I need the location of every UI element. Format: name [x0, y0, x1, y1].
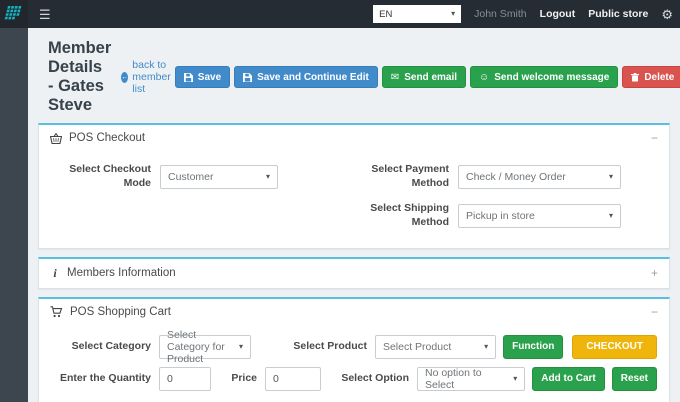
logout-link[interactable]: Logout	[540, 8, 576, 20]
save-button[interactable]: Save	[175, 66, 230, 88]
chevron-down-icon: ▾	[609, 173, 613, 181]
chevron-down-icon: ▾	[239, 343, 243, 351]
send-email-button[interactable]: ✉ Send email	[382, 66, 466, 88]
select-product-label: Select Product	[285, 340, 367, 354]
trash-icon	[631, 73, 639, 82]
add-to-cart-button-label: Add to Cart	[541, 373, 595, 384]
select-option-label: Select Option	[329, 372, 409, 386]
top-navbar: ☰ EN ▾ John Smith Logout Public store ⚙	[0, 0, 680, 28]
chevron-down-icon: ▾	[484, 343, 488, 351]
info-icon: i	[50, 266, 60, 281]
smiley-icon: ☺	[479, 72, 489, 83]
checkout-mode-value: Customer	[168, 171, 214, 183]
chevron-down-icon: ▾	[513, 375, 517, 383]
pos-cart-header: POS Shopping Cart −	[39, 299, 669, 325]
members-information-title: Members Information	[67, 267, 176, 279]
back-to-member-list-link[interactable]: ← back to member list	[121, 59, 175, 95]
send-welcome-message-button[interactable]: ☺ Send welcome message	[470, 66, 618, 88]
save-continue-button-label: Save and Continue Edit	[257, 72, 369, 83]
checkout-button[interactable]: CHECKOUT	[572, 335, 657, 359]
collapse-minus-icon[interactable]: −	[651, 132, 658, 144]
function-button-label: Function	[512, 341, 554, 352]
select-product-select[interactable]: Select Product ▾	[375, 335, 496, 359]
members-information-panel: i Members Information +	[38, 257, 670, 289]
logged-in-user: John Smith	[474, 8, 527, 20]
select-category-label: Select Category	[51, 340, 151, 354]
chevron-down-icon: ▾	[266, 173, 270, 181]
select-product-value: Select Product	[383, 341, 451, 353]
reset-button-label: Reset	[621, 373, 648, 384]
cart-lower-section: Remove Image Product(s) Price Qty. Total	[51, 399, 657, 402]
back-arrow-circle-icon: ←	[121, 72, 128, 83]
send-email-button-label: Send email	[404, 72, 457, 83]
quantity-input[interactable]	[159, 367, 211, 391]
collapsed-sidebar[interactable]	[0, 28, 28, 402]
checkout-button-label: CHECKOUT	[586, 341, 643, 352]
pos-checkout-title: POS Checkout	[69, 132, 145, 144]
price-label: Price	[219, 372, 257, 386]
checkout-mode-field: Select Checkout Mode Customer ▾	[51, 163, 339, 190]
select-option-value: No option to Select	[425, 367, 513, 391]
pos-checkout-panel: POS Checkout − Select Checkout Mode Cust…	[38, 123, 670, 249]
shopping-basket-icon	[50, 133, 62, 144]
language-select-value: EN	[379, 9, 392, 20]
cart-form-row-1: Select Category Select Category for Prod…	[51, 335, 657, 359]
payment-method-select[interactable]: Check / Money Order ▾	[458, 165, 621, 189]
members-information-header: i Members Information +	[39, 259, 669, 288]
payment-method-field: Select Payment Method Check / Money Orde…	[369, 163, 657, 190]
payment-shipping-column: Select Payment Method Check / Money Orde…	[369, 163, 657, 232]
checkout-mode-select[interactable]: Customer ▾	[160, 165, 278, 189]
app-logo[interactable]	[0, 0, 28, 28]
save-button-label: Save	[198, 72, 221, 83]
cart-form-row-2: Enter the Quantity Price Select Option N…	[51, 367, 657, 391]
select-option-select[interactable]: No option to Select ▾	[417, 367, 525, 391]
delete-button-label: Delete	[644, 72, 674, 83]
language-select[interactable]: EN ▾	[373, 5, 461, 23]
page-title: Member Details - Gates Steve	[48, 39, 111, 115]
collapse-minus-icon[interactable]: −	[651, 306, 658, 318]
shipping-method-field: Select Shipping Method Pickup in store ▾	[369, 202, 657, 229]
add-to-cart-button[interactable]: Add to Cart	[532, 367, 604, 391]
save-and-continue-button[interactable]: Save and Continue Edit	[234, 66, 378, 88]
checkout-mode-label: Select Checkout Mode	[51, 163, 151, 190]
settings-gear-icon[interactable]: ⚙	[661, 8, 673, 21]
pos-cart-body: Select Category Select Category for Prod…	[39, 325, 669, 402]
pos-checkout-body: Select Checkout Mode Customer ▾ Select P…	[39, 151, 669, 248]
checkout-mode-column: Select Checkout Mode Customer ▾	[51, 163, 339, 232]
payment-method-label: Select Payment Method	[369, 163, 449, 190]
delete-button[interactable]: Delete	[622, 66, 680, 88]
shopping-cart-icon	[50, 306, 63, 318]
shipping-method-select[interactable]: Pickup in store ▾	[458, 204, 621, 228]
back-link-label: back to member list	[132, 59, 175, 95]
header-action-buttons: Save Save and Continue Edit ✉ Send email…	[175, 66, 680, 88]
select-category-select[interactable]: Select Category for Product ▾	[159, 335, 251, 359]
hamburger-menu-icon[interactable]: ☰	[39, 8, 51, 21]
payment-method-value: Check / Money Order	[466, 171, 566, 183]
chevron-down-icon: ▾	[451, 10, 455, 18]
expand-plus-icon[interactable]: +	[651, 267, 658, 279]
save-floppy-icon	[243, 73, 252, 82]
main-content: Member Details - Gates Steve ← back to m…	[28, 28, 680, 402]
reset-button[interactable]: Reset	[612, 367, 657, 391]
envelope-icon: ✉	[391, 72, 399, 83]
public-store-link[interactable]: Public store	[588, 8, 648, 20]
send-welcome-button-label: Send welcome message	[494, 72, 609, 83]
save-floppy-icon	[184, 73, 193, 82]
price-input[interactable]	[265, 367, 321, 391]
topbar-right-group: EN ▾ John Smith Logout Public store ⚙	[373, 5, 680, 23]
page-header: Member Details - Gates Steve ← back to m…	[38, 34, 670, 123]
select-category-value: Select Category for Product	[167, 329, 239, 365]
logo-grid-icon	[4, 6, 24, 23]
pos-cart-title: POS Shopping Cart	[70, 306, 171, 318]
function-button[interactable]: Function	[503, 335, 563, 359]
shipping-method-value: Pickup in store	[466, 210, 535, 222]
shipping-method-label: Select Shipping Method	[369, 202, 449, 229]
chevron-down-icon: ▾	[609, 212, 613, 220]
pos-checkout-header: POS Checkout −	[39, 125, 669, 151]
enter-quantity-label: Enter the Quantity	[51, 372, 151, 386]
pos-shopping-cart-panel: POS Shopping Cart − Select Category Sele…	[38, 297, 670, 402]
